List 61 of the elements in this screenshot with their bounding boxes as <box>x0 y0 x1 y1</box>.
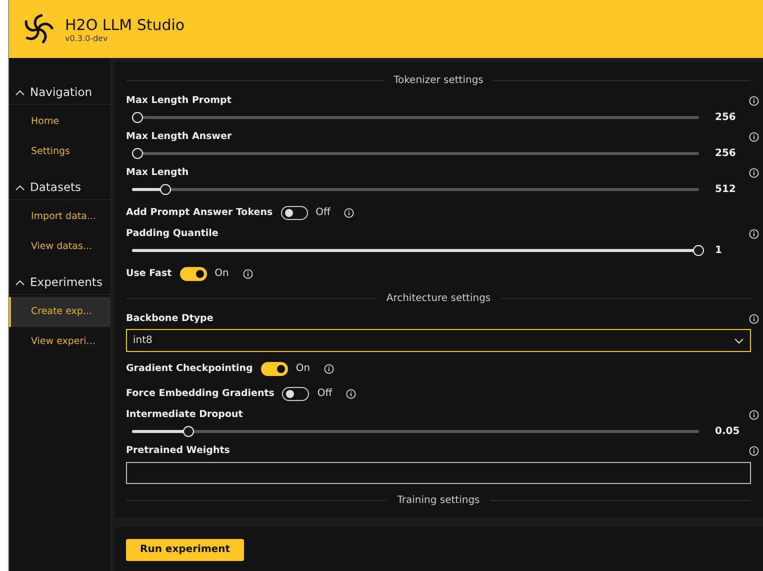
info-icon[interactable] <box>749 132 759 142</box>
chevron-up-icon <box>15 88 25 96</box>
field-label: Padding Quantile <box>126 228 218 239</box>
slider-value: 512 <box>714 184 737 194</box>
field-label: Add Prompt Answer Tokens <box>126 207 273 218</box>
info-icon[interactable] <box>749 96 759 106</box>
info-icon[interactable] <box>344 208 354 218</box>
field-label: Max Length Prompt <box>126 95 232 106</box>
toggle-switch[interactable] <box>260 362 288 376</box>
slider-thumb[interactable] <box>160 184 172 194</box>
sidebar-item[interactable]: View experi... <box>9 327 110 357</box>
toggle-state: Off <box>316 207 330 218</box>
toggle-switch[interactable] <box>282 386 310 400</box>
section-title: Tokenizer settings <box>394 74 484 86</box>
chevron-down-icon <box>734 338 744 344</box>
info-icon[interactable] <box>346 388 356 398</box>
app-title: H2O LLM Studio <box>65 16 185 34</box>
slider-value: 256 <box>714 112 737 122</box>
chevron-up-icon <box>15 278 25 286</box>
toggle-state: On <box>214 268 229 279</box>
nav-group-header[interactable]: Datasets <box>9 175 110 200</box>
field-label: Gradient Checkpointing <box>126 363 253 374</box>
slider-value: 0.05 <box>714 426 741 436</box>
dropdown-field[interactable]: int8 <box>126 329 751 352</box>
sidebar-item[interactable]: Create exp... <box>9 297 110 327</box>
section-title: Training settings <box>397 494 480 506</box>
section-title: Architecture settings <box>386 292 491 304</box>
field-label: Pretrained Weights <box>126 445 230 456</box>
info-icon[interactable] <box>749 410 759 420</box>
toggle-switch[interactable] <box>180 266 207 280</box>
run-button[interactable]: Run experiment <box>126 538 244 560</box>
sidebar-item[interactable]: Settings <box>9 137 110 167</box>
info-icon[interactable] <box>749 446 759 456</box>
toggle-state: On <box>296 363 310 374</box>
info-icon[interactable] <box>749 314 759 324</box>
info-icon[interactable] <box>749 228 759 238</box>
field-label: Force Embedding Gradients <box>126 388 274 399</box>
nav-group-header[interactable]: Navigation <box>9 80 110 105</box>
input-field[interactable] <box>126 462 751 484</box>
toggle-state: Off <box>317 388 332 399</box>
nav-group-header[interactable]: Experiments <box>9 270 110 295</box>
app-version: v0.3.0-dev <box>65 34 109 42</box>
field-label: Use Fast <box>126 268 172 279</box>
chevron-up-icon <box>15 184 25 190</box>
slider-value: 256 <box>714 148 737 158</box>
info-icon[interactable] <box>749 168 759 178</box>
field-label: Backbone Dtype <box>126 313 214 324</box>
sidebar-item[interactable]: Home <box>9 107 110 137</box>
slider-thumb[interactable] <box>132 112 143 122</box>
slider-thumb[interactable] <box>693 244 704 256</box>
toggle-switch[interactable] <box>280 206 308 220</box>
slider-value: 1 <box>714 244 723 256</box>
slider-thumb[interactable] <box>132 148 143 158</box>
field-label: Max Length <box>126 167 189 178</box>
field-label: Intermediate Dropout <box>126 409 243 420</box>
field-label: Max Length Answer <box>126 131 232 142</box>
slider-thumb[interactable] <box>182 426 194 436</box>
info-icon[interactable] <box>324 364 334 374</box>
sidebar-item[interactable]: View datas... <box>9 232 110 262</box>
info-icon[interactable] <box>242 268 253 278</box>
sidebar-item[interactable]: Import data... <box>9 202 110 232</box>
